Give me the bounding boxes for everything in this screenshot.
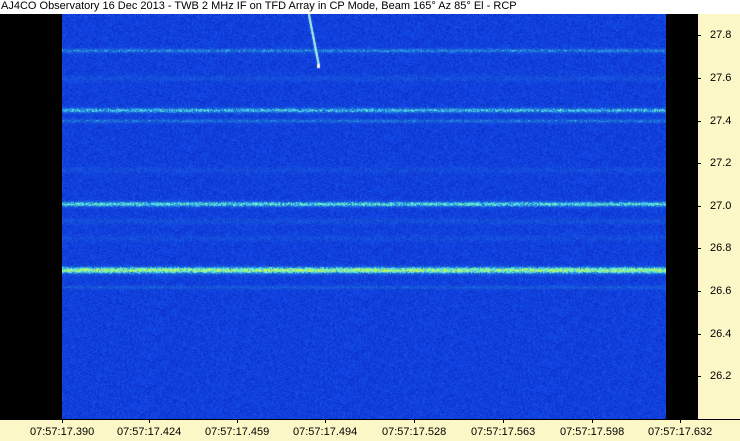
- x-axis-line: [0, 419, 740, 420]
- spectrogram-canvas: [62, 14, 666, 419]
- y-tick: [697, 35, 701, 36]
- x-tick: [680, 419, 681, 423]
- y-tick: [697, 206, 701, 207]
- x-tick: [62, 419, 63, 423]
- y-tick-label: 26.6: [710, 285, 732, 297]
- x-tick: [237, 419, 238, 423]
- y-tick: [697, 163, 701, 164]
- x-tick-label: 07:57:17.632: [648, 426, 713, 438]
- x-tick-label: 07:57:17.424: [117, 426, 182, 438]
- y-tick: [697, 121, 701, 122]
- x-tick: [414, 419, 415, 423]
- x-tick-label: 07:57:17.390: [30, 426, 95, 438]
- x-tick: [149, 419, 150, 423]
- y-tick-label: 27.6: [710, 72, 732, 84]
- y-tick: [697, 376, 701, 377]
- y-tick-label: 26.4: [710, 328, 732, 340]
- x-tick: [325, 419, 326, 423]
- x-tick-label: 07:57:17.528: [382, 426, 447, 438]
- y-tick-label: 27.0: [710, 200, 732, 212]
- right-mask: [666, 14, 697, 419]
- y-tick-label: 26.2: [710, 370, 732, 382]
- x-tick-label: 07:57:17.563: [471, 426, 536, 438]
- y-tick: [697, 78, 701, 79]
- x-tick: [592, 419, 593, 423]
- x-tick-label: 07:57:17.598: [560, 426, 625, 438]
- spectrogram-plot[interactable]: [62, 14, 666, 419]
- y-tick: [697, 248, 701, 249]
- time-axis: 07:57:17.390 07:57:17.424 07:57:17.459 07:5…: [0, 419, 740, 441]
- y-tick: [697, 334, 701, 335]
- x-tick-label: 07:57:17.459: [205, 426, 270, 438]
- left-mask: [0, 14, 62, 419]
- y-tick-label: 27.4: [710, 115, 732, 127]
- x-tick-label: 07:57:17.494: [293, 426, 358, 438]
- window-title: AJ4CO Observatory 16 Dec 2013 - TWB 2 MH…: [0, 0, 740, 14]
- y-tick-label: 27.2: [710, 157, 732, 169]
- y-tick: [697, 291, 701, 292]
- frequency-axis: 27.8 27.6 27.4 27.2 27.0 26.8 26.6 26.4 26.2: [697, 14, 740, 419]
- x-tick: [503, 419, 504, 423]
- y-axis-line: [697, 14, 698, 419]
- y-tick-label: 27.8: [710, 29, 732, 41]
- y-tick-label: 26.8: [710, 242, 732, 254]
